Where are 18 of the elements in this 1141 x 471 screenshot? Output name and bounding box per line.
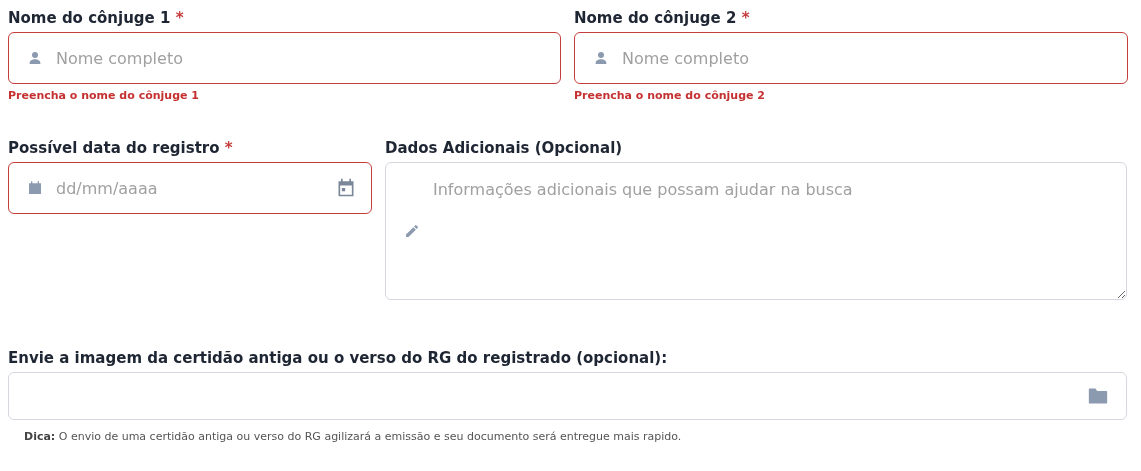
name-field[interactable]: Nome completo <box>8 32 561 84</box>
hint-text: Dica: O envio de uma certidão antiga ou verso do RG agilizará a emissão e seu documento será entregue mais rapido. <box>24 430 683 443</box>
field-label: Possível data do registro <box>8 139 220 157</box>
field-label: Dados Adicionais (Opcional) <box>385 139 623 157</box>
text-area[interactable]: Informações adicionais que possam ajudar na busca <box>385 162 1127 300</box>
required-mark: * <box>224 139 233 157</box>
calendar-icon[interactable] <box>336 178 356 198</box>
required-mark: * <box>175 9 184 27</box>
field-label: Envie a imagem da certidão antiga ou o verso do RG do registrado (opcional): <box>8 349 668 367</box>
name-field[interactable]: Nome completo <box>574 32 1128 84</box>
field-label: Nome do cônjuge 1 <box>8 9 171 27</box>
required-mark: * <box>741 9 750 27</box>
error-message: Preencha o nome do cônjuge 1 <box>8 89 200 102</box>
field-label: Nome do cônjuge 2 <box>574 9 737 27</box>
error-message: Preencha o nome do cônjuge 2 <box>574 89 766 102</box>
file-field[interactable] <box>8 372 1127 420</box>
folder-icon[interactable] <box>1088 387 1108 405</box>
date-field[interactable]: dd/mm/aaaa <box>8 162 372 214</box>
